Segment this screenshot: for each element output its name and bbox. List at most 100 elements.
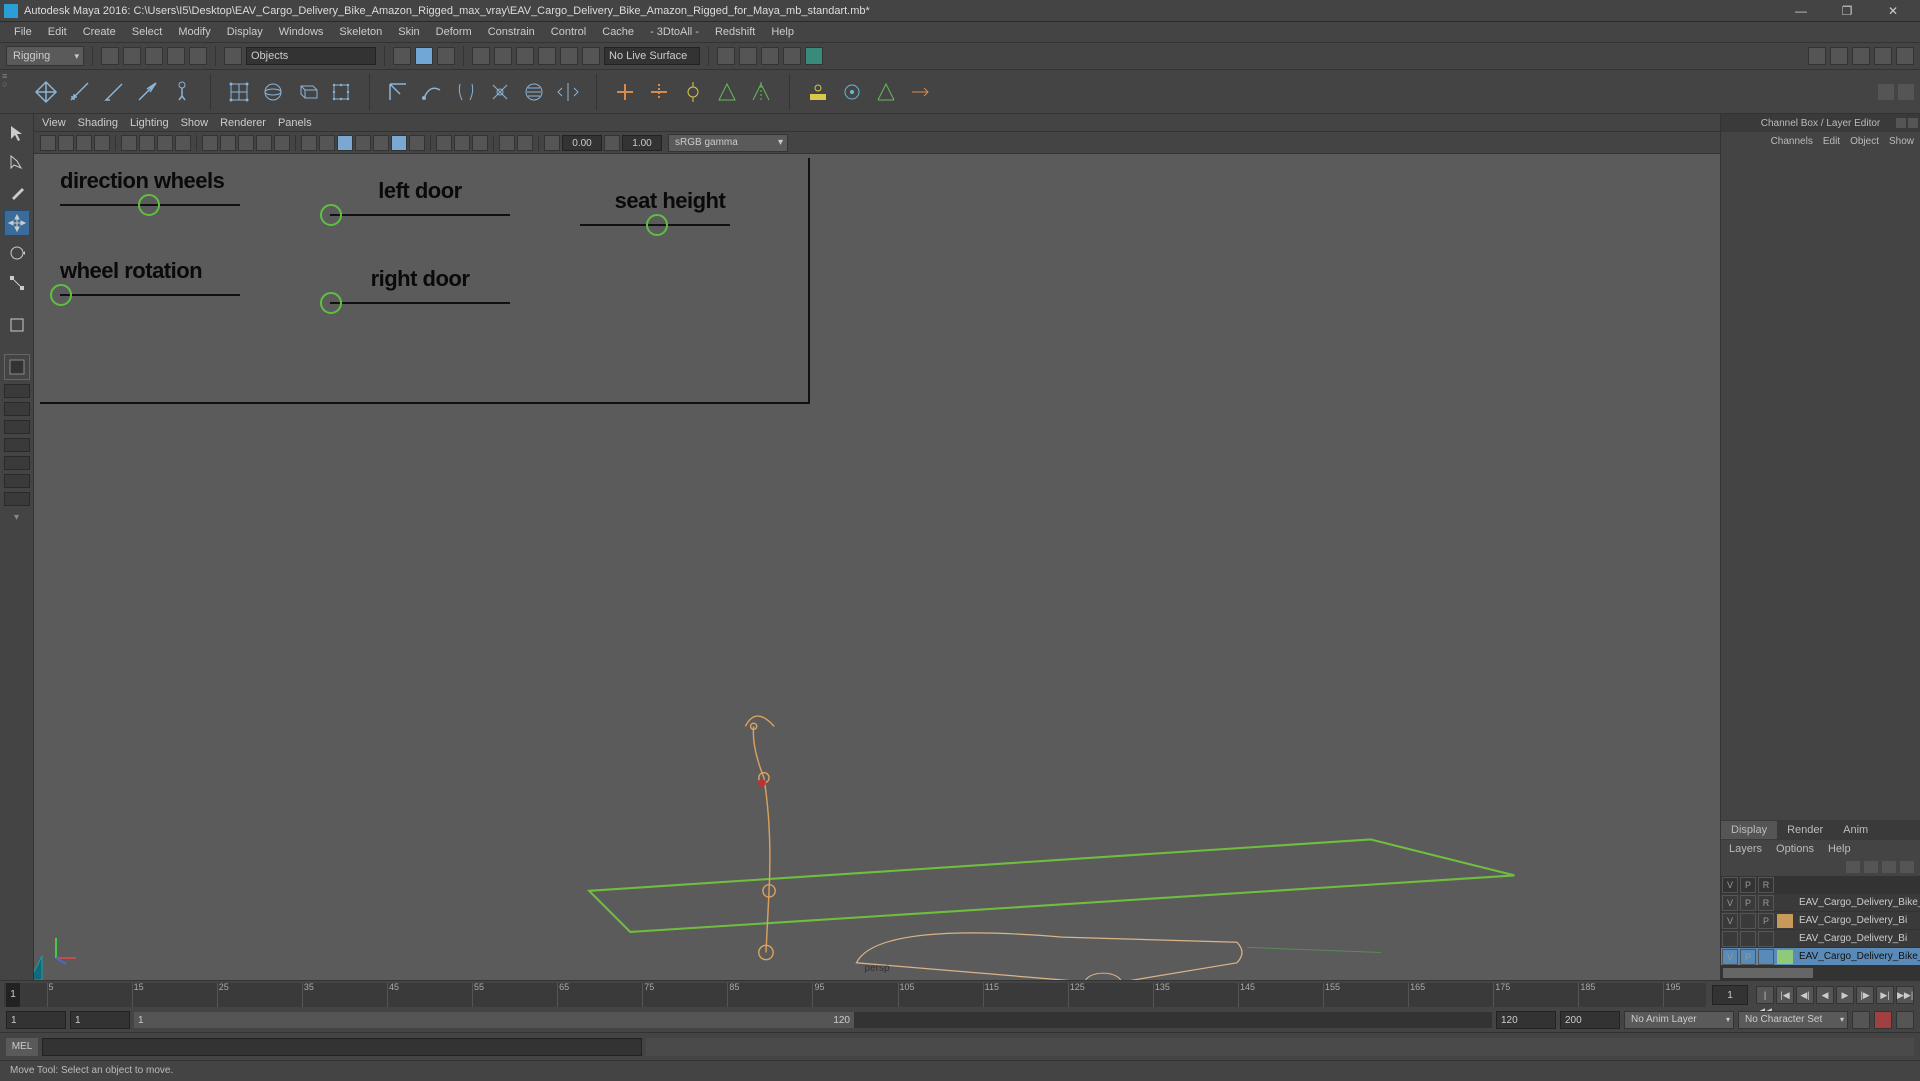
- menu-control[interactable]: Control: [543, 24, 594, 40]
- redo-button[interactable]: [189, 47, 207, 65]
- playback-end-field[interactable]: 120: [1496, 1011, 1556, 1029]
- mirror-weights-icon[interactable]: [554, 78, 582, 106]
- orient-joint-icon[interactable]: [679, 78, 707, 106]
- vp-exposure-toggle[interactable]: [544, 135, 560, 151]
- vp-xray-joints[interactable]: [472, 135, 488, 151]
- layer-r-toggle[interactable]: [1758, 949, 1774, 965]
- maya-home-icon[interactable]: [34, 954, 44, 980]
- shelf-close-icon[interactable]: [1898, 84, 1914, 100]
- constraint-orient-icon[interactable]: [906, 78, 934, 106]
- layer-p-toggle[interactable]: P: [1740, 949, 1756, 965]
- menu-select[interactable]: Select: [124, 24, 171, 40]
- time-slider[interactable]: 1 51525354555657585951051151251351451551…: [0, 980, 1920, 1008]
- cb-menu-show[interactable]: Show: [1889, 136, 1914, 147]
- maximize-button[interactable]: ❐: [1824, 0, 1870, 22]
- layer-menu-help[interactable]: Help: [1828, 843, 1851, 855]
- make-live-button[interactable]: [582, 47, 600, 65]
- joint-tool-icon[interactable]: [168, 78, 196, 106]
- vp-exposure-value[interactable]: 0.00: [562, 135, 602, 151]
- vp-resolution-gate[interactable]: [202, 135, 218, 151]
- play-backward-button[interactable]: ◀: [1816, 986, 1834, 1004]
- script-language-toggle[interactable]: MEL: [6, 1038, 38, 1056]
- scale-tool[interactable]: [4, 270, 30, 296]
- panel-layout-1[interactable]: [1830, 47, 1848, 65]
- undo-button[interactable]: [167, 47, 185, 65]
- character-set-dropdown[interactable]: No Character Set: [1738, 1011, 1848, 1029]
- display-layer-row[interactable]: VPEAV_Cargo_Delivery_Bike_A: [1721, 948, 1920, 966]
- snap-point-button[interactable]: [437, 47, 455, 65]
- vp-grid[interactable]: [157, 135, 173, 151]
- ipr-render-button[interactable]: [739, 47, 757, 65]
- anim-prefs-button[interactable]: [1896, 1011, 1914, 1029]
- four-view-layout[interactable]: [4, 384, 30, 398]
- step-back-key-button[interactable]: |◀: [1776, 986, 1794, 1004]
- detach-skin-icon[interactable]: [486, 78, 514, 106]
- layer-color-swatch[interactable]: [1777, 896, 1793, 910]
- snap-grid-button[interactable]: [393, 47, 411, 65]
- hypershade-layout[interactable]: [4, 474, 30, 488]
- hypershade-button[interactable]: [805, 47, 823, 65]
- layer-tab-render[interactable]: Render: [1777, 821, 1833, 839]
- cluster-icon[interactable]: [293, 78, 321, 106]
- paint-weights-icon[interactable]: [520, 78, 548, 106]
- custom-layout[interactable]: [4, 492, 30, 506]
- sym-y-button[interactable]: [516, 47, 534, 65]
- vp-use-lights[interactable]: [355, 135, 371, 151]
- selection-filter-input[interactable]: [246, 47, 376, 65]
- sym-x-button[interactable]: [494, 47, 512, 65]
- sym-off-button[interactable]: [560, 47, 578, 65]
- lattice-icon[interactable]: [225, 78, 253, 106]
- layer-color-swatch[interactable]: [1777, 950, 1793, 964]
- add-joint-icon[interactable]: [611, 78, 639, 106]
- vp-menu-panels[interactable]: Panels: [278, 117, 312, 129]
- anim-end-field[interactable]: 200: [1560, 1011, 1620, 1029]
- layer-color-swatch[interactable]: [1777, 932, 1793, 946]
- vp-menu-show[interactable]: Show: [181, 117, 209, 129]
- step-back-frame-button[interactable]: ◀|: [1796, 986, 1814, 1004]
- vp-safe-action[interactable]: [256, 135, 272, 151]
- vp-grease-pencil[interactable]: [139, 135, 155, 151]
- menu-deform[interactable]: Deform: [428, 24, 480, 40]
- snap-to-point-icon[interactable]: [32, 78, 60, 106]
- menu-help[interactable]: Help: [763, 24, 802, 40]
- vp-2d-pan[interactable]: [121, 135, 137, 151]
- ik-spline-icon[interactable]: [418, 78, 446, 106]
- range-track[interactable]: 1 120: [134, 1012, 1492, 1028]
- vp-film-gate[interactable]: [175, 135, 191, 151]
- snap-together-icon[interactable]: [134, 78, 162, 106]
- save-scene-button[interactable]: [145, 47, 163, 65]
- display-layer-row[interactable]: VPREAV_Cargo_Delivery_Bike_Am: [1721, 894, 1920, 912]
- vp-isolate[interactable]: [436, 135, 452, 151]
- open-scene-button[interactable]: [123, 47, 141, 65]
- single-pane-layout[interactable]: [4, 354, 30, 380]
- reroot-icon[interactable]: [713, 78, 741, 106]
- render-settings-button[interactable]: [761, 47, 779, 65]
- sphere-deform-icon[interactable]: [259, 78, 287, 106]
- anim-layer-dropdown[interactable]: No Anim Layer: [1624, 1011, 1734, 1029]
- vp-view-transform-dropdown[interactable]: sRGB gamma: [668, 134, 788, 152]
- layer-menu-options[interactable]: Options: [1776, 843, 1814, 855]
- layer-menu-layers[interactable]: Layers: [1729, 843, 1762, 855]
- layer-p-toggle[interactable]: P: [1740, 895, 1756, 911]
- history-toggle[interactable]: [472, 47, 490, 65]
- menu-skin[interactable]: Skin: [390, 24, 427, 40]
- bind-skin-icon[interactable]: [452, 78, 480, 106]
- menu-display[interactable]: Display: [219, 24, 271, 40]
- layer-r-toggle[interactable]: [1758, 931, 1774, 947]
- vp-menu-renderer[interactable]: Renderer: [220, 117, 266, 129]
- layer-color-swatch[interactable]: [1777, 914, 1793, 928]
- outliner-layout[interactable]: [4, 438, 30, 452]
- vp-gate-mask[interactable]: [220, 135, 236, 151]
- two-side-layout[interactable]: [4, 402, 30, 416]
- vp-exposure-icon[interactable]: [499, 135, 515, 151]
- cb-menu-channels[interactable]: Channels: [1771, 136, 1813, 147]
- vp-safe-title[interactable]: [274, 135, 290, 151]
- remove-joint-icon[interactable]: [645, 78, 673, 106]
- layer-r-toggle[interactable]: P: [1758, 913, 1774, 929]
- panel-layout-4[interactable]: [1896, 47, 1914, 65]
- vp-textured[interactable]: [337, 135, 353, 151]
- vp-image-plane[interactable]: [94, 135, 110, 151]
- menu-create[interactable]: Create: [75, 24, 124, 40]
- current-time-marker[interactable]: 1: [6, 983, 20, 1007]
- go-to-end-button[interactable]: ▶▶|: [1896, 986, 1914, 1004]
